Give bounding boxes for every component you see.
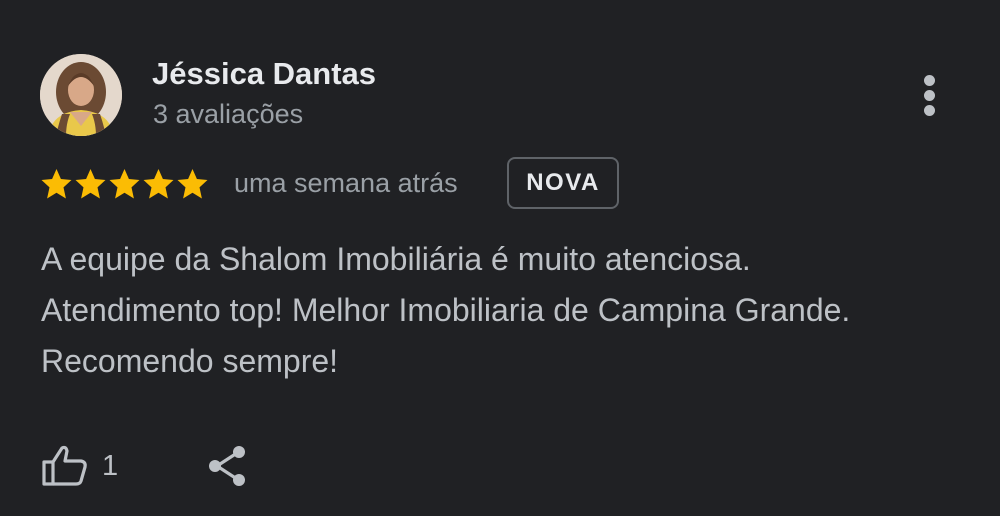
author-avatar[interactable]: [40, 54, 122, 136]
share-button[interactable]: [204, 442, 252, 490]
like-count: 1: [102, 449, 119, 482]
review-text-line: Recomendo sempre!: [41, 343, 339, 379]
review-card: Jéssica Dantas 3 avaliações uma semana a…: [0, 0, 1000, 516]
like-button[interactable]: 1: [40, 440, 118, 492]
star-icon: [143, 169, 174, 199]
more-options-button[interactable]: [910, 70, 950, 120]
review-text: A equipe da Shalom Imobiliária é muito a…: [41, 234, 981, 387]
author-name[interactable]: Jéssica Dantas: [152, 55, 376, 93]
new-badge: NOVA: [507, 157, 619, 209]
author-review-count: 3 avaliações: [153, 99, 304, 129]
review-text-line: A equipe da Shalom Imobiliária é muito a…: [41, 241, 751, 277]
star-icon: [75, 169, 106, 199]
avatar-photo: [40, 54, 122, 136]
review-text-line: Atendimento top! Melhor Imobiliaria de C…: [41, 292, 851, 328]
more-vert-icon-dot: [924, 90, 935, 101]
review-time: uma semana atrás: [234, 168, 458, 198]
star-icon: [109, 169, 140, 199]
star-icon: [41, 169, 72, 199]
more-vert-icon-dot: [924, 105, 935, 116]
more-vert-icon: [924, 75, 935, 86]
thumbs-up-icon: [42, 445, 87, 486]
star-rating: [40, 168, 209, 200]
share-icon: [209, 446, 245, 486]
star-icon: [177, 169, 208, 199]
